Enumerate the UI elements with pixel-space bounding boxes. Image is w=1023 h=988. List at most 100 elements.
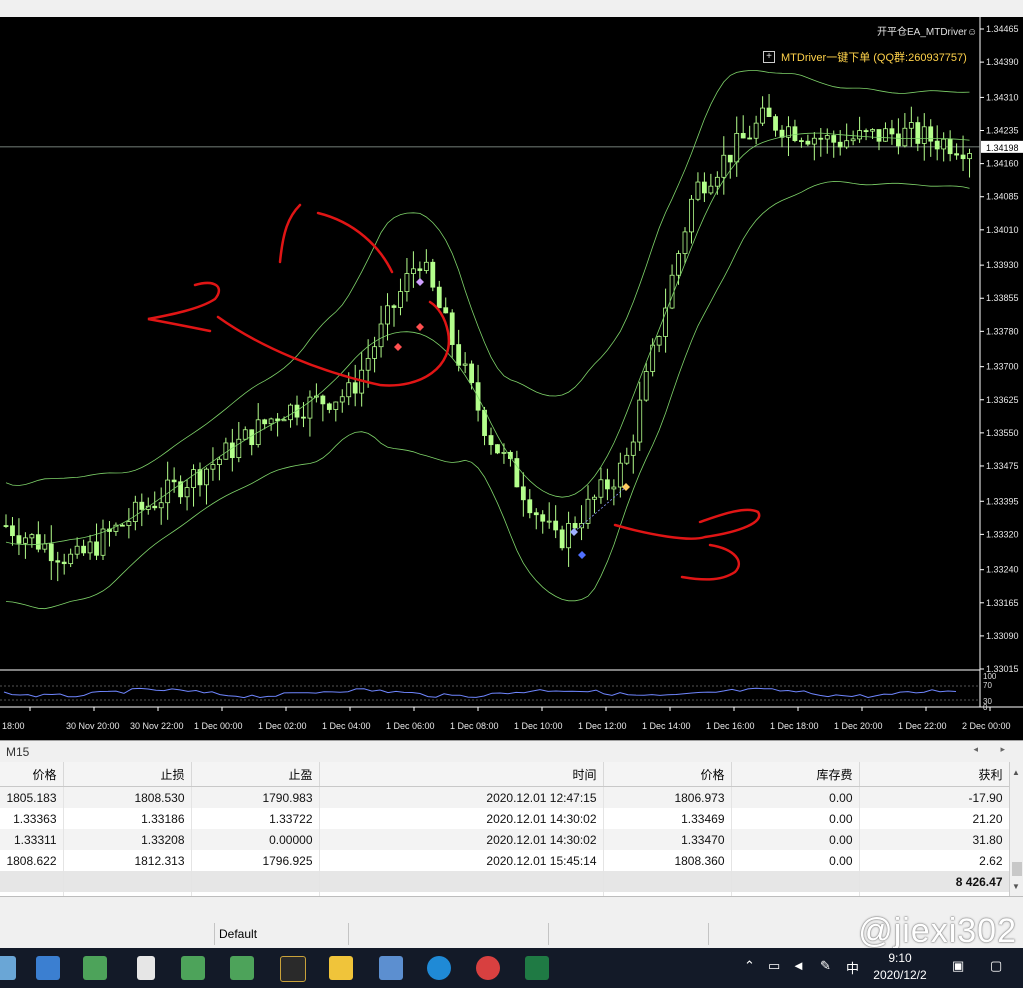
candle-body bbox=[844, 140, 850, 148]
ea-title: 开平仓EA_MTDriver☺ bbox=[877, 27, 978, 38]
upper-band bbox=[5, 70, 970, 486]
mt-terminal-icon[interactable] bbox=[280, 956, 306, 982]
col-header[interactable]: 获利 bbox=[859, 762, 1010, 787]
candle-body bbox=[941, 138, 947, 150]
candle-body bbox=[29, 534, 35, 539]
price-label: 1.33855 bbox=[986, 293, 1019, 303]
candle-body bbox=[818, 137, 824, 140]
price-chart[interactable]: 1.34465 1.34390 1.34310 1.34235 1.34160 1.340… bbox=[0, 17, 1023, 740]
candle-body bbox=[210, 464, 216, 470]
col-header[interactable]: 价格 bbox=[603, 762, 732, 787]
candle-body bbox=[139, 501, 145, 510]
status-segment bbox=[348, 923, 549, 945]
cell: 31.80 bbox=[859, 829, 1010, 850]
col-header[interactable]: 库存费 bbox=[731, 762, 860, 787]
cell: -17.90 bbox=[859, 786, 1010, 808]
scroll-thumb[interactable] bbox=[1012, 862, 1022, 876]
edge-icon[interactable] bbox=[427, 956, 451, 980]
candle-body bbox=[837, 141, 843, 148]
chart-canvas[interactable]: 1.34465 1.34390 1.34310 1.34235 1.34160 1.340… bbox=[0, 17, 1023, 740]
candle-body bbox=[333, 401, 339, 410]
candle-body bbox=[527, 499, 533, 514]
price-label: 1.33090 bbox=[986, 631, 1019, 641]
annotation-2-loop bbox=[216, 300, 451, 387]
user-app-icon[interactable] bbox=[83, 956, 107, 980]
cell: 2020.12.01 14:30:02 bbox=[319, 829, 604, 850]
folder-icon[interactable] bbox=[329, 956, 353, 980]
candle-body bbox=[753, 122, 759, 139]
orders-header-row: 价格 止损 止盈 时间 价格 库存费 获利 bbox=[0, 762, 1010, 787]
trade-marker bbox=[394, 343, 402, 351]
clock-time: 9:10 bbox=[888, 951, 912, 965]
excel-icon[interactable] bbox=[525, 956, 549, 980]
cell: 1.33722 bbox=[191, 808, 320, 829]
cell: 0.00 bbox=[731, 829, 860, 850]
table-row[interactable]: 1.33363 1.33186 1.33722 2020.12.01 14:30… bbox=[0, 808, 1010, 829]
candle-body bbox=[740, 132, 746, 139]
candle-body bbox=[74, 545, 80, 555]
oscillator-line bbox=[3, 687, 957, 699]
user-app-icon[interactable] bbox=[230, 956, 254, 980]
candle-body bbox=[553, 520, 559, 531]
expand-icon[interactable]: + bbox=[763, 51, 775, 63]
network-icon[interactable]: ▭ bbox=[768, 958, 780, 974]
col-header[interactable]: 止损 bbox=[63, 762, 192, 787]
candle-body bbox=[727, 154, 733, 163]
user-app-icon[interactable] bbox=[181, 956, 205, 980]
volume-icon[interactable]: ◄ bbox=[792, 958, 805, 973]
price-label: 1.33395 bbox=[986, 496, 1019, 506]
ime-indicator[interactable]: 中 bbox=[846, 958, 859, 977]
price-label: 1.34085 bbox=[986, 192, 1019, 202]
candle-body bbox=[346, 382, 352, 398]
candle-body bbox=[734, 132, 740, 163]
ea-panel[interactable]: + MTDriver一键下单 (QQ群:260937757) bbox=[763, 49, 967, 65]
candle-body bbox=[385, 305, 390, 325]
candle-body bbox=[281, 419, 287, 422]
candle-body bbox=[22, 537, 28, 544]
file-icon[interactable] bbox=[137, 956, 155, 980]
action-center-icon[interactable]: ▢ bbox=[990, 958, 1002, 974]
windows-taskbar: ⌃ ▭ ◄ ✎ 中 9:10 2020/12/2 ▣ ▢ bbox=[0, 948, 1023, 988]
price-label: 1.34390 bbox=[986, 57, 1019, 67]
pen-icon[interactable]: ✎ bbox=[820, 958, 831, 974]
col-header[interactable]: 价格 bbox=[0, 762, 64, 787]
candle-body bbox=[870, 129, 875, 132]
tab-scroll-arrows[interactable]: ◂ ▸ bbox=[973, 744, 1015, 755]
calculator-icon[interactable] bbox=[379, 956, 403, 980]
clock[interactable]: 9:10 2020/12/2 bbox=[868, 950, 932, 984]
notification-badge-icon[interactable]: ▣ bbox=[952, 958, 964, 974]
table-row[interactable]: 1808.622 1812.313 1796.925 2020.12.01 15… bbox=[0, 850, 1010, 871]
candle-body bbox=[546, 520, 552, 523]
candle-body bbox=[605, 479, 610, 490]
chevron-up-icon[interactable]: ⌃ bbox=[744, 958, 755, 974]
candle-body bbox=[482, 409, 487, 436]
app-icon[interactable] bbox=[0, 956, 16, 980]
scroll-up-icon[interactable]: ▲ bbox=[1012, 768, 1020, 777]
candle-body bbox=[197, 469, 203, 486]
ea-panel-label: MTDriver一键下单 (QQ群:260937757) bbox=[781, 52, 967, 64]
cell: 1806.973 bbox=[603, 786, 732, 808]
candle-body bbox=[3, 525, 9, 527]
col-header[interactable]: 时间 bbox=[319, 762, 604, 787]
status-segment bbox=[708, 923, 813, 945]
candle-body bbox=[94, 541, 99, 556]
candle-body bbox=[889, 128, 895, 135]
candle-body bbox=[592, 496, 597, 500]
price-label: 1.33930 bbox=[986, 260, 1019, 270]
orders-scrollbar[interactable]: ▲ ▼ bbox=[1009, 762, 1023, 896]
price-label: 1.33780 bbox=[986, 326, 1019, 336]
col-header[interactable]: 止盈 bbox=[191, 762, 320, 787]
candle-body bbox=[501, 451, 507, 454]
scroll-down-icon[interactable]: ▼ bbox=[1012, 882, 1020, 891]
candle-body bbox=[68, 553, 74, 565]
candle-body bbox=[928, 126, 934, 142]
candle-body bbox=[857, 130, 862, 140]
table-row[interactable]: 1.33311 1.33208 0.00000 2020.12.01 14:30… bbox=[0, 829, 1010, 850]
time-label: 1 Dec 20:00 bbox=[834, 721, 883, 731]
scissors-icon[interactable] bbox=[476, 956, 500, 980]
window-icon[interactable] bbox=[36, 956, 60, 980]
candle-body bbox=[410, 268, 416, 274]
tab-timeframe[interactable]: M15 bbox=[0, 743, 35, 761]
candle-body bbox=[16, 535, 22, 544]
table-row[interactable]: 1805.183 1808.530 1790.983 2020.12.01 12… bbox=[0, 786, 1010, 808]
